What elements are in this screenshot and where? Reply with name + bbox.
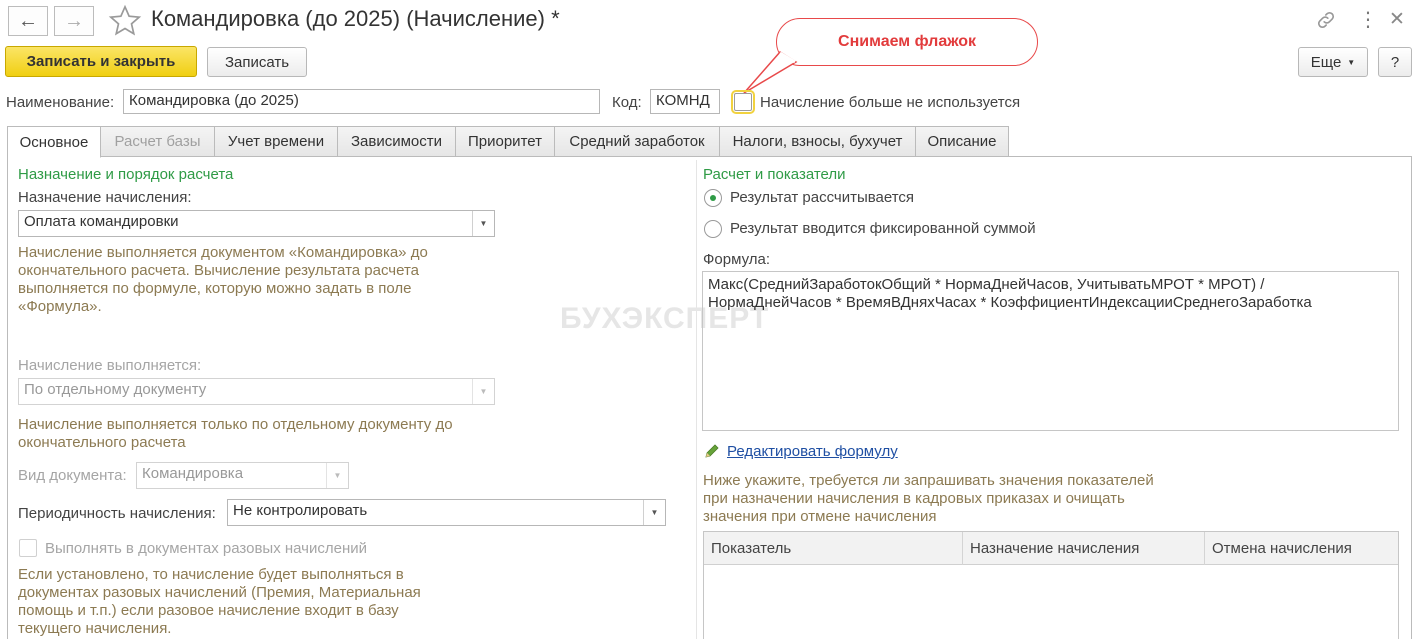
dropdown-arrow-icon: ▼ — [326, 463, 348, 488]
purpose-select[interactable]: Оплата командировки ▼ — [18, 210, 495, 237]
pencil-icon — [705, 444, 719, 458]
forward-button[interactable]: → — [54, 6, 94, 36]
dropdown-arrow-icon: ▼ — [472, 379, 494, 404]
more-vert-icon[interactable]: ⋮ — [1358, 7, 1378, 32]
column-header-indicator[interactable]: Показатель — [704, 532, 963, 565]
formula-line-1: Макс(СреднийЗаработокОбщий * НормаДнейЧа… — [708, 276, 1265, 293]
table-header: Показатель Назначение начисления Отмена … — [704, 532, 1398, 565]
arrow-left-icon: ← — [18, 9, 38, 32]
doc-type-select: Командировка ▼ — [136, 462, 349, 489]
column-header-cancellation[interactable]: Отмена начисления — [1205, 532, 1399, 565]
not-used-checkbox[interactable] — [731, 90, 755, 114]
star-icon[interactable] — [108, 4, 142, 38]
tab-time-accounting[interactable]: Учет времени — [214, 126, 338, 157]
help-button[interactable]: ? — [1378, 47, 1412, 77]
tab-taxes[interactable]: Налоги, взносы, бухучет — [719, 126, 916, 157]
tab-main[interactable]: Основное — [7, 126, 101, 158]
name-input[interactable]: Командировка (до 2025) — [123, 89, 600, 114]
arrow-right-icon: → — [64, 9, 84, 32]
radio-fixed[interactable] — [704, 220, 722, 238]
back-button[interactable]: ← — [8, 6, 48, 36]
callout-annotation: Снимаем флажок — [776, 18, 1038, 66]
edit-formula-link[interactable]: Редактировать формулу — [727, 443, 898, 460]
radio-calculated[interactable] — [704, 189, 722, 207]
code-input[interactable]: КОМНД — [650, 89, 720, 114]
left-section-title: Назначение и порядок расчета — [18, 166, 234, 183]
performed-value: По отдельному документу — [24, 381, 207, 398]
code-label: Код: — [612, 94, 642, 111]
purpose-value: Оплата командировки — [24, 213, 179, 230]
tab-base-calculation[interactable]: Расчет базы — [100, 126, 215, 157]
doc-type-label: Вид документа: — [18, 467, 127, 484]
tab-priority[interactable]: Приоритет — [455, 126, 555, 157]
periodicity-select[interactable]: Не контролировать ▼ — [227, 499, 666, 526]
chevron-down-icon: ▼ — [1347, 57, 1356, 67]
periodicity-label: Периодичность начисления: — [18, 505, 216, 522]
more-label: Еще — [1310, 53, 1342, 71]
doc-type-value: Командировка — [142, 465, 244, 482]
one-time-checkbox — [19, 539, 37, 557]
dropdown-arrow-icon[interactable]: ▼ — [643, 500, 665, 525]
purpose-note: Начисление выполняется документом «Коман… — [18, 244, 428, 315]
close-icon[interactable]: ✕ — [1389, 8, 1405, 31]
indicators-note: Ниже укажите, требуется ли запрашивать з… — [703, 472, 1154, 525]
name-label: Наименование: — [6, 94, 115, 111]
indicators-table[interactable]: Показатель Назначение начисления Отмена … — [703, 531, 1399, 639]
one-time-label: Выполнять в документах разовых начислени… — [45, 540, 367, 557]
formula-label: Формула: — [703, 251, 771, 268]
tab-average-earnings[interactable]: Средний заработок — [554, 126, 720, 157]
formula-line-2: НормаДнейЧасов * ВремяВДняхЧасах * Коэфф… — [708, 294, 1312, 311]
active-tab-joint — [8, 156, 100, 158]
performed-label: Начисление выполняется: — [18, 357, 202, 374]
window-title: Командировка (до 2025) (Начисление) * — [151, 6, 560, 31]
more-button[interactable]: Еще ▼ — [1298, 47, 1368, 77]
not-used-label: Начисление больше не используется — [760, 94, 1021, 111]
purpose-label: Назначение начисления: — [18, 189, 192, 206]
radio-calculated-label: Результат рассчитывается — [730, 189, 915, 206]
tab-dependencies[interactable]: Зависимости — [337, 126, 456, 157]
tab-description[interactable]: Описание — [915, 126, 1009, 157]
performed-select: По отдельному документу ▼ — [18, 378, 495, 405]
save-button[interactable]: Записать — [207, 47, 307, 77]
save-close-button[interactable]: Записать и закрыть — [5, 46, 197, 77]
formula-textarea[interactable]: Макс(СреднийЗаработокОбщий * НормаДнейЧа… — [702, 271, 1399, 431]
callout-pointer — [743, 51, 798, 94]
link-icon[interactable] — [1315, 9, 1337, 31]
column-divider — [696, 160, 697, 639]
radio-fixed-label: Результат вводится фиксированной суммой — [730, 220, 1036, 237]
one-time-note: Если установлено, то начисление будет вы… — [18, 566, 421, 637]
periodicity-value: Не контролировать — [233, 502, 368, 519]
dropdown-arrow-icon[interactable]: ▼ — [472, 211, 494, 236]
right-section-title: Расчет и показатели — [703, 166, 846, 183]
performed-note: Начисление выполняется только по отдельн… — [18, 416, 453, 451]
column-header-assignment[interactable]: Назначение начисления — [963, 532, 1205, 565]
